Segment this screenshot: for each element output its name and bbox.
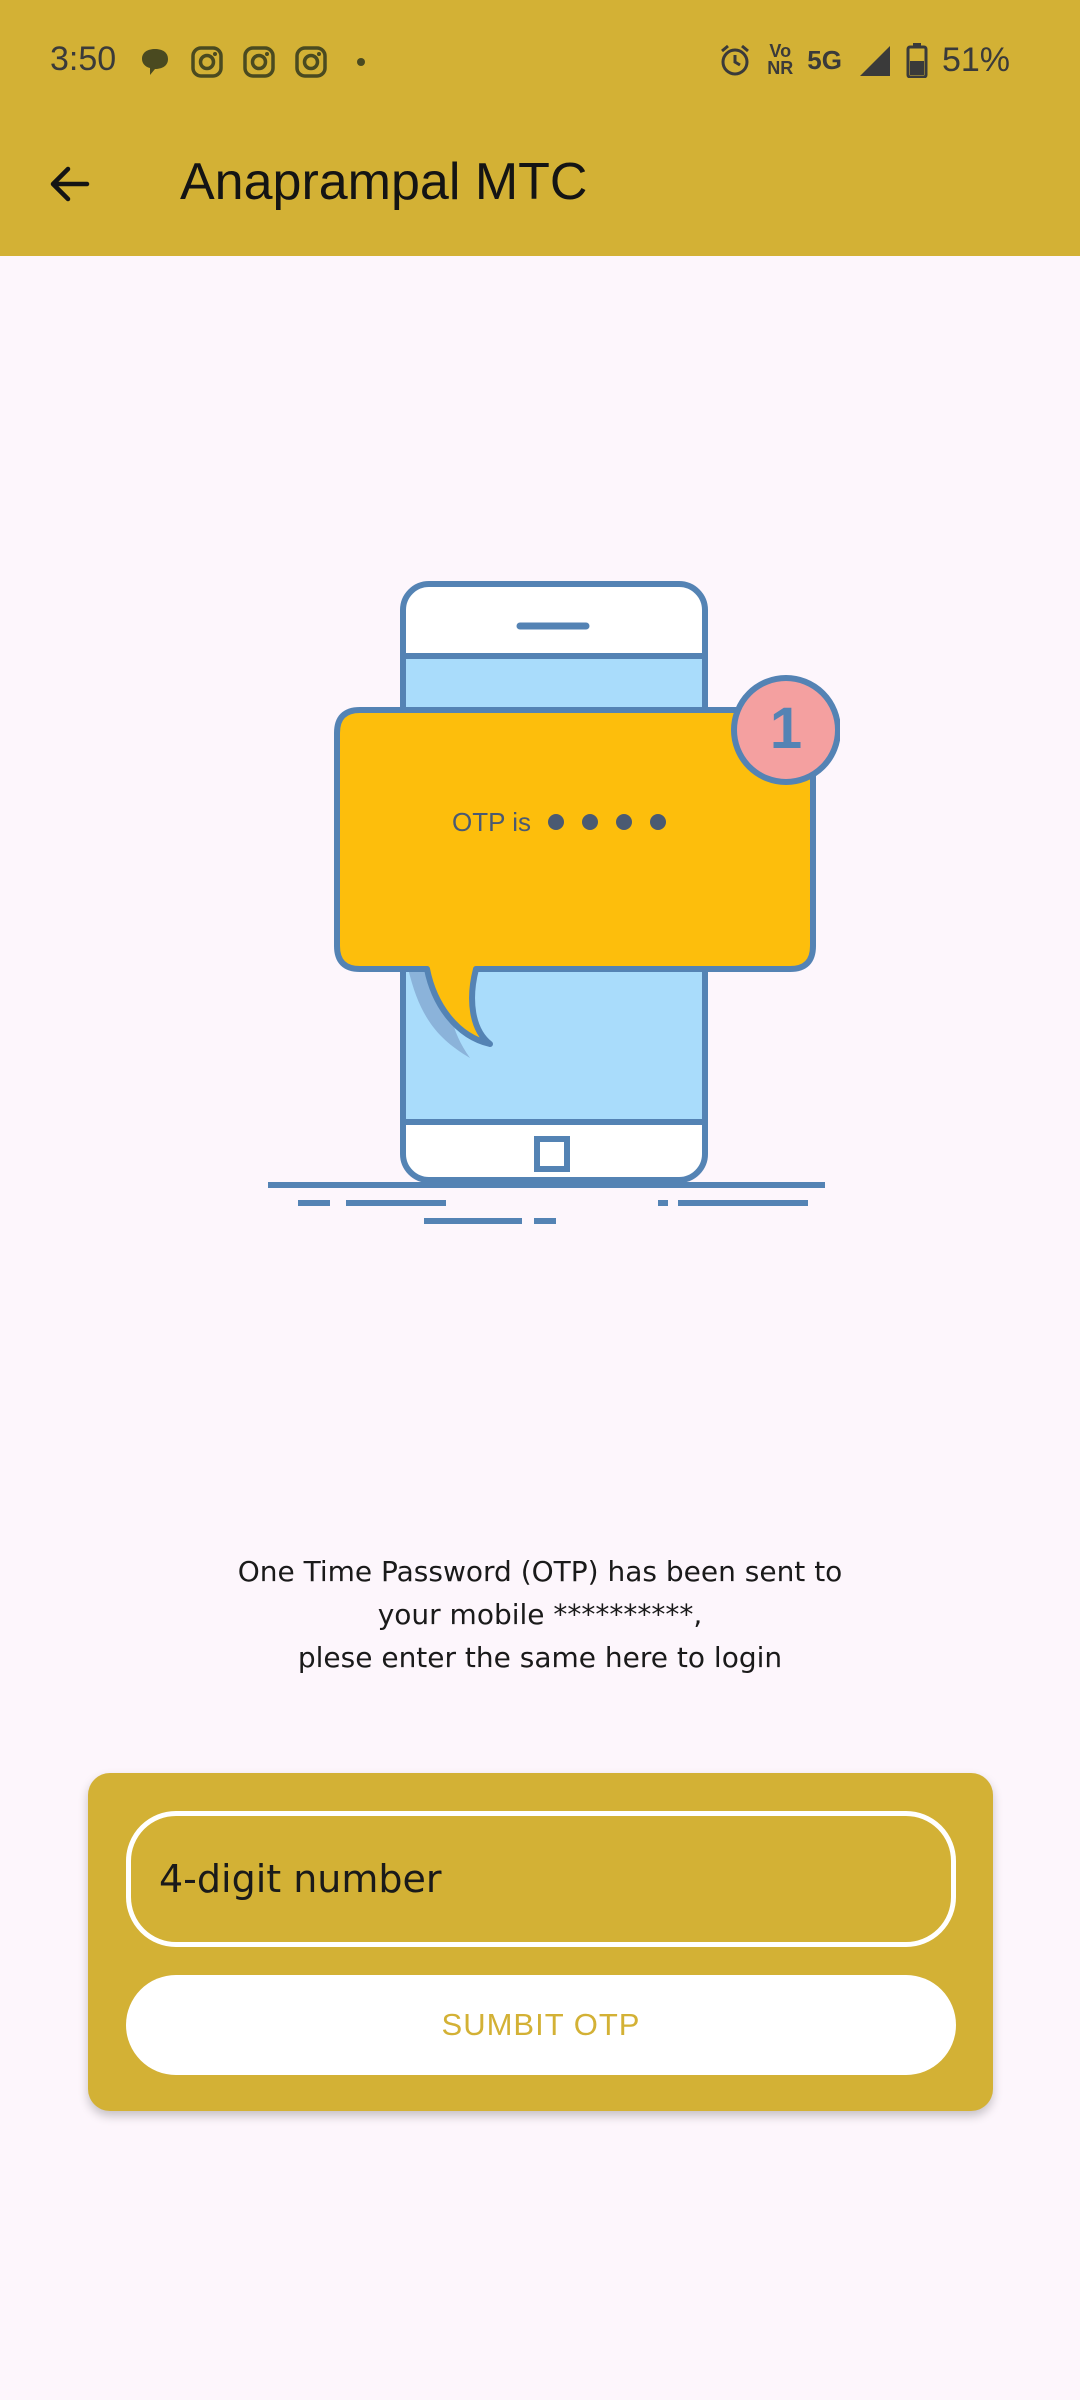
message-line-1: One Time Password (OTP) has been sent to	[237, 1555, 843, 1588]
notification-icons	[138, 44, 376, 80]
alarm-icon	[721, 44, 750, 76]
battery-percent: 51%	[941, 40, 1010, 79]
signal-icon	[859, 46, 890, 76]
volte-icon: Vo NR	[767, 42, 794, 78]
back-button[interactable]	[36, 150, 104, 218]
badge-count: 1	[770, 696, 802, 761]
otp-sent-message: One Time Password (OTP) has been sent to…	[140, 1550, 940, 1679]
message-bubble-icon	[142, 49, 168, 75]
system-icons: Vo NR 5G 51%	[717, 40, 1010, 80]
instagram-icon	[243, 46, 275, 78]
message-line-2: your mobile **********,	[377, 1598, 703, 1631]
message-line-3: plese enter the same here to login	[297, 1641, 783, 1674]
status-time: 3:50	[50, 40, 117, 78]
network-bottom-label: NR	[767, 58, 794, 78]
otp-text: OTP is	[452, 807, 531, 837]
instagram-icon	[191, 46, 223, 78]
otp-phone-illustration: OTP is 1	[268, 581, 840, 1224]
submit-otp-button[interactable]: SUMBIT OTP	[126, 1975, 956, 2075]
battery-icon	[906, 43, 928, 78]
otp-form-card: SUMBIT OTP	[88, 1773, 993, 2111]
5g-icon: 5G	[807, 44, 842, 75]
otp-input[interactable]	[126, 1811, 956, 1947]
instagram-icon	[295, 46, 327, 78]
app-bar: 3:50 Vo NR 5G 51% Anaprampal MTC	[0, 0, 1080, 256]
status-bar: 3:50 Vo NR 5G 51%	[0, 0, 1080, 124]
page-title: Anaprampal MTC	[180, 153, 588, 211]
dot-icon	[357, 58, 365, 66]
arrow-left-icon	[50, 166, 90, 202]
